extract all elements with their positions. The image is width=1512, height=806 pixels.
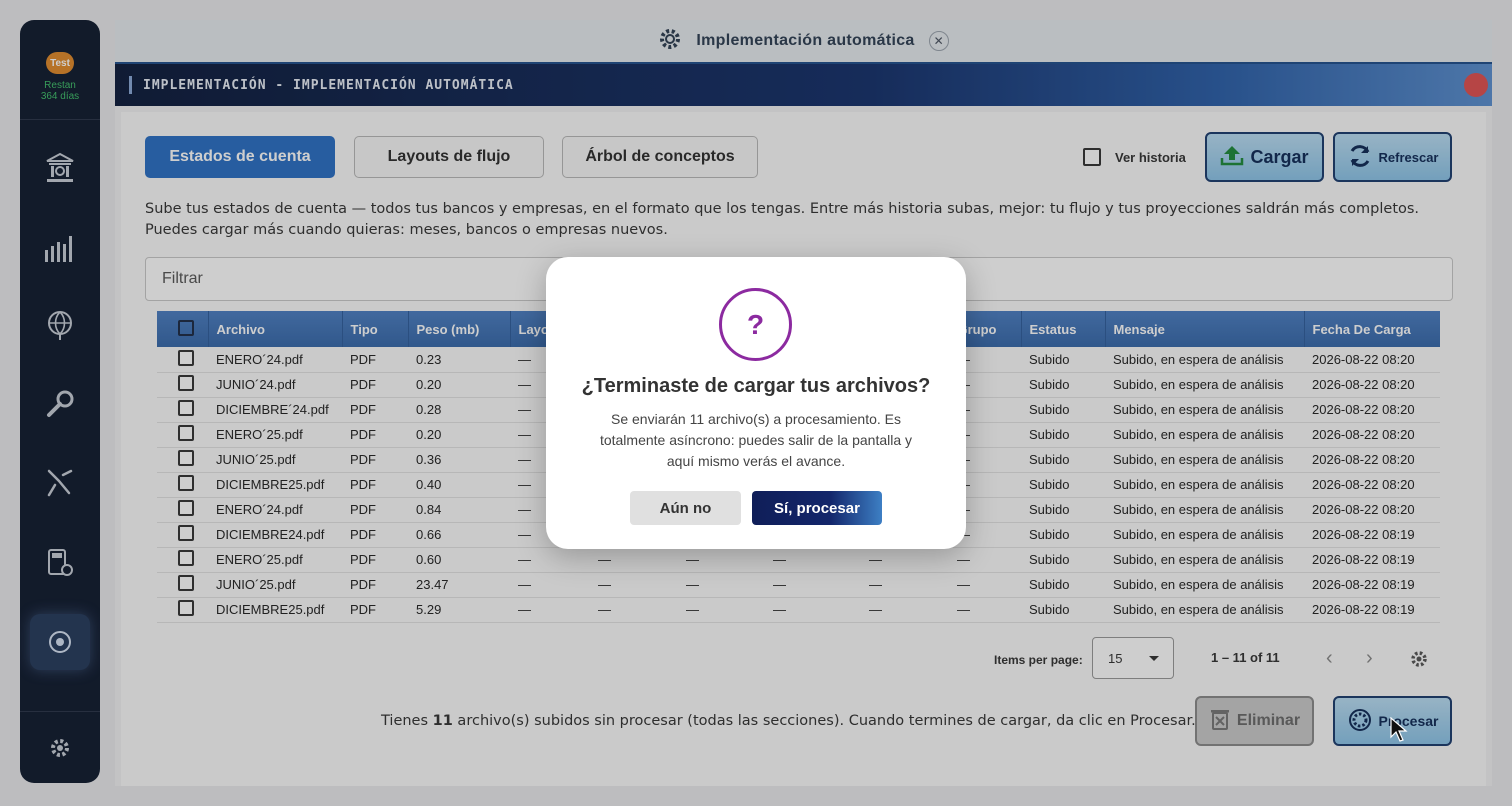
- mouse-cursor-icon: [1390, 716, 1408, 748]
- confirm-dialog: ? ¿Terminaste de cargar tus archivos? Se…: [546, 257, 966, 549]
- dialog-title: ¿Terminaste de cargar tus archivos?: [581, 375, 931, 397]
- cancel-button[interactable]: Aún no: [630, 491, 741, 525]
- question-icon: ?: [719, 288, 792, 361]
- dialog-message: Se enviarán 11 archivo(s) a procesamient…: [599, 411, 913, 469]
- confirm-process-button[interactable]: Sí, procesar: [752, 491, 882, 525]
